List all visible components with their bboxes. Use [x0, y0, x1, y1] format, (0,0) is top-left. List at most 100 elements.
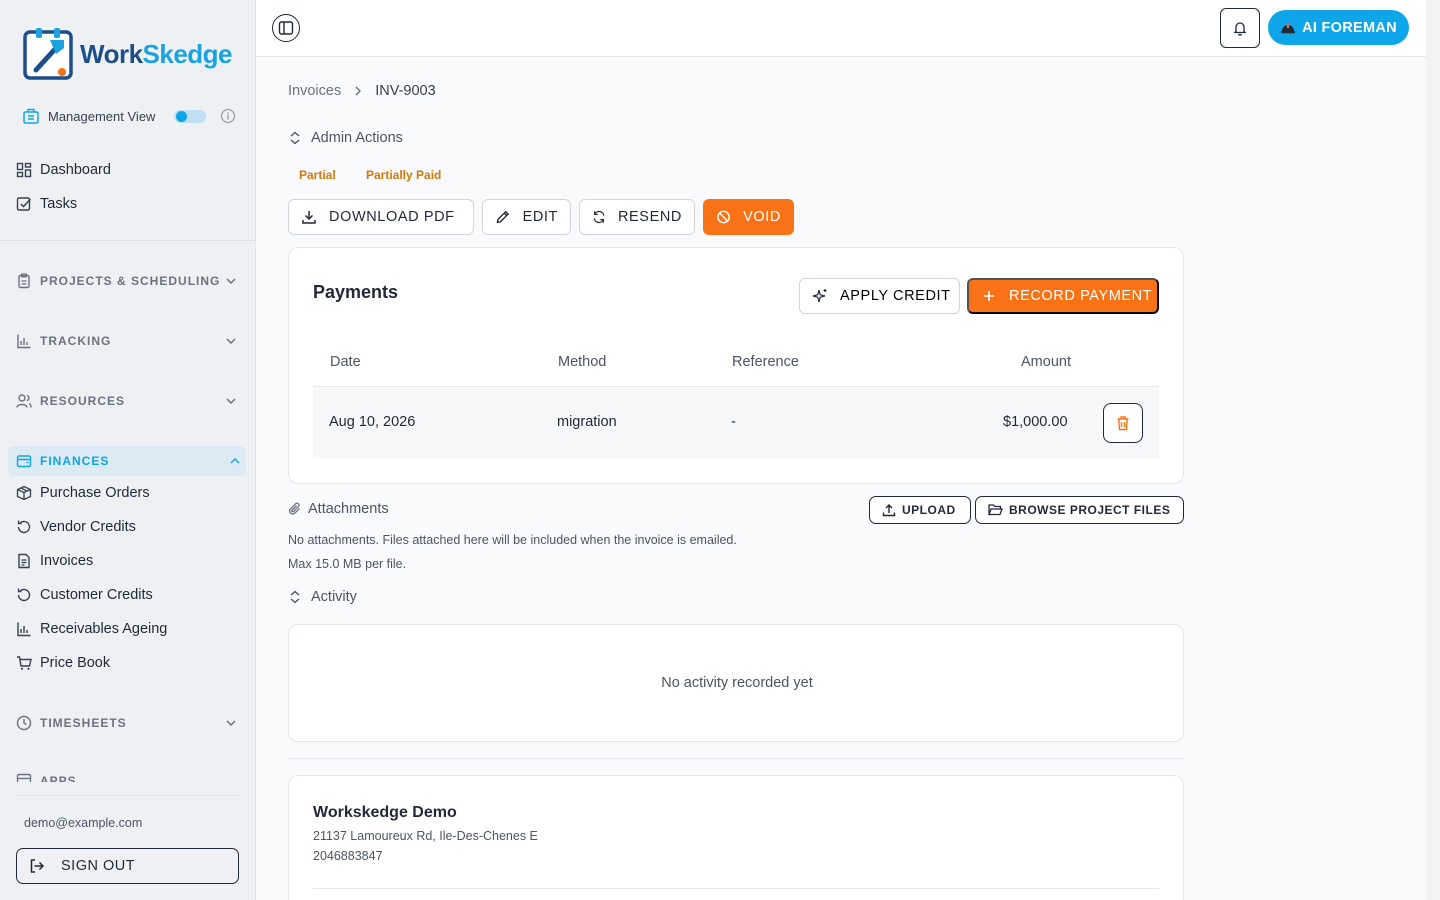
payment-reference: -: [731, 414, 736, 430]
breadcrumb-current: INV-9003: [375, 83, 436, 99]
status-badge-partial: Partial: [299, 168, 336, 182]
resend-button[interactable]: RESEND: [579, 199, 695, 235]
activity-empty-text: No activity recorded yet: [661, 675, 813, 691]
user-email: demo@example.com: [24, 816, 143, 830]
logo-text-skedge: Skedge: [142, 38, 233, 69]
apply-credit-button[interactable]: APPLY CREDIT: [799, 278, 960, 314]
sidebar-section-resources[interactable]: RESOURCES: [16, 391, 242, 411]
ai-foreman-button[interactable]: AI FOREMAN: [1268, 10, 1409, 45]
void-label: VOID: [743, 209, 781, 225]
column-header-date[interactable]: Date: [330, 354, 361, 370]
payments-card: Payments APPLY CREDIT RECORD PAYMENT Dat…: [288, 247, 1184, 484]
delete-payment-button[interactable]: [1103, 403, 1143, 443]
ai-foreman-label: AI FOREMAN: [1302, 19, 1397, 36]
package-icon: [16, 485, 32, 501]
activity-card: No activity recorded yet: [288, 624, 1184, 742]
chevron-right-icon: [355, 86, 362, 96]
edit-button[interactable]: EDIT: [482, 199, 571, 235]
record-payment-label: RECORD PAYMENT: [1009, 288, 1153, 304]
management-view-toggle[interactable]: [174, 110, 206, 123]
sidebar-item-label: Receivables Ageing: [40, 621, 168, 637]
payment-method: migration: [557, 414, 617, 430]
wallet-icon: [16, 455, 32, 468]
attachments-header: Attachments: [288, 501, 389, 517]
sidebar-item-label: Price Book: [40, 655, 111, 671]
info-icon[interactable]: [220, 108, 236, 124]
table-row[interactable]: Aug 10, 2026 migration - $1,000.00: [313, 387, 1159, 458]
payment-date: Aug 10, 2026: [329, 414, 416, 430]
sidebar-item-label: Invoices: [40, 553, 94, 569]
logo-text-work: Work: [80, 38, 143, 69]
column-header-amount[interactable]: Amount: [1021, 354, 1071, 370]
worksedge-logo[interactable]: WorkSkedge: [22, 26, 233, 82]
chevron-down-icon: [226, 278, 236, 285]
section-label: RESOURCES: [40, 394, 126, 408]
edit-label: EDIT: [522, 209, 558, 225]
management-view-row: Management View: [22, 106, 238, 126]
void-button[interactable]: VOID: [703, 199, 794, 235]
section-label: PROJECTS & SCHEDULING: [40, 274, 221, 288]
building-icon: [23, 108, 39, 124]
sidebar-item-label: Purchase Orders: [40, 485, 150, 501]
tasks-icon: [16, 197, 32, 211]
sidebar-section-tracking[interactable]: TRACKING: [16, 331, 242, 351]
section-label: TRACKING: [40, 334, 112, 348]
attachments-empty-text: No attachments. Files attached here will…: [288, 533, 737, 547]
column-header-reference[interactable]: Reference: [732, 354, 799, 370]
upload-button[interactable]: UPLOAD: [869, 496, 971, 524]
column-header-method[interactable]: Method: [558, 354, 606, 370]
pencil-icon: [496, 210, 510, 224]
attachments-max-size: Max 15.0 MB per file.: [288, 557, 407, 571]
paperclip-icon: [288, 502, 300, 515]
breadcrumb: Invoices INV-9003: [288, 82, 436, 100]
logo-icon: [23, 28, 73, 80]
cart-icon: [17, 656, 32, 670]
chevron-down-icon: [226, 720, 236, 727]
sidebar-item-price-book[interactable]: Price Book: [16, 652, 110, 674]
sidebar-item-vendor-credits[interactable]: Vendor Credits: [16, 516, 136, 538]
chevron-up-icon: [230, 457, 240, 464]
admin-actions-toggle[interactable]: Admin Actions: [288, 130, 403, 146]
sidebar: WorkSkedge Management View Dashboard Tas…: [0, 0, 256, 900]
sidebar-item-invoices[interactable]: Invoices: [16, 550, 93, 572]
chevron-down-icon: [226, 398, 236, 405]
management-view-label: Management View: [48, 108, 156, 124]
bell-icon: [1233, 22, 1247, 36]
download-pdf-button[interactable]: DOWNLOAD PDF: [288, 199, 474, 235]
sidebar-item-label: Vendor Credits: [40, 519, 136, 535]
chevrons-up-down-icon: [290, 131, 300, 145]
rotate-icon: [17, 520, 31, 534]
clock-icon: [16, 715, 32, 731]
folder-open-icon: [988, 504, 1003, 516]
sidebar-item-receivables-ageing[interactable]: Receivables Ageing: [16, 618, 167, 640]
rotate-icon: [17, 588, 31, 602]
breadcrumb-invoices-link[interactable]: Invoices: [288, 83, 341, 99]
browse-project-files-button[interactable]: BROWSE PROJECT FILES: [975, 496, 1184, 524]
payment-amount: $1,000.00: [1003, 414, 1068, 430]
sidebar-section-projects[interactable]: PROJECTS & SCHEDULING: [16, 271, 242, 291]
toggle-sidebar-button[interactable]: [272, 14, 300, 42]
sidebar-item-tasks[interactable]: Tasks: [16, 193, 77, 215]
sidebar-item-customer-credits[interactable]: Customer Credits: [16, 584, 153, 606]
sidebar-apps-clip: APPS: [0, 766, 256, 782]
scrollbar-track[interactable]: [1426, 0, 1440, 900]
resend-label: RESEND: [617, 209, 682, 225]
sidebar-item-dashboard[interactable]: Dashboard: [16, 159, 111, 181]
sidebar-section-apps[interactable]: APPS: [16, 771, 242, 782]
sign-out-button[interactable]: SIGN OUT: [16, 848, 239, 884]
record-payment-button[interactable]: RECORD PAYMENT: [967, 278, 1159, 314]
sidebar-item-purchase-orders[interactable]: Purchase Orders: [16, 482, 150, 504]
notifications-button[interactable]: [1220, 8, 1260, 48]
status-badge-partially-paid: Partially Paid: [366, 168, 442, 182]
company-name: Workskedge Demo: [313, 804, 457, 821]
company-address: 21137 Lamoureux Rd, Ile-Des-Chenes E: [313, 829, 538, 843]
company-card: Workskedge Demo 21137 Lamoureux Rd, Ile-…: [288, 775, 1184, 900]
sidebar-section-timesheets[interactable]: TIMESHEETS: [16, 713, 242, 733]
upload-icon: [882, 504, 896, 517]
download-icon: [302, 211, 316, 224]
activity-toggle[interactable]: Activity: [288, 589, 357, 605]
sidebar-section-finances[interactable]: FINANCES: [8, 446, 246, 476]
sidebar-divider: [0, 240, 256, 241]
apps-icon: [16, 773, 32, 782]
logo-text: WorkSkedge: [80, 38, 233, 70]
